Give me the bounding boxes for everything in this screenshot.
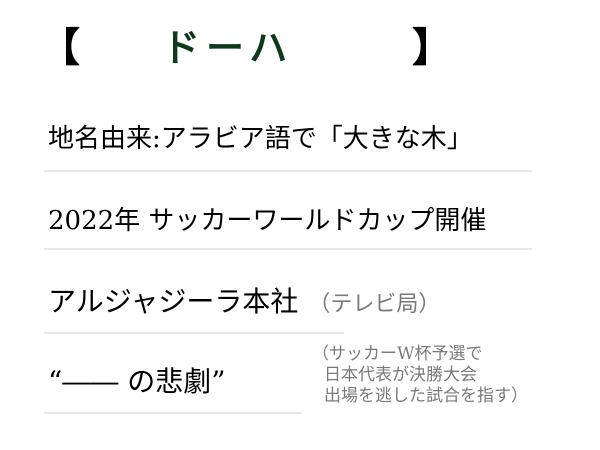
- side-note-line-3: 出場を逃した試合を指す）: [324, 386, 528, 406]
- right-bracket: 】: [412, 25, 452, 71]
- divider: [44, 170, 532, 172]
- world-cup-line: 2022年 サッカーワールドカップ開催: [48, 206, 487, 236]
- divider: [44, 412, 302, 414]
- al-jazeera-text: アルジャジーラ本社: [48, 285, 299, 318]
- divider: [44, 332, 344, 334]
- place-name-origin-line: 地名由来:アラビア語で「大きな木」: [48, 124, 473, 154]
- side-note-line-1: （サッカーW杯予選で: [312, 344, 483, 364]
- al-jazeera-line: アルジャジーラ本社 （テレビ局）: [48, 288, 440, 316]
- side-note: （サッカーW杯予選で 日本代表が決勝大会 出場を逃した試合を指す）: [312, 344, 528, 407]
- tragedy-line: “―― の悲劇”: [48, 365, 226, 398]
- page-title: ドーハ: [162, 26, 294, 70]
- divider: [44, 248, 532, 250]
- title-row: 【 ドーハ 】: [40, 18, 460, 78]
- tv-station-note: （テレビ局）: [308, 292, 441, 317]
- side-note-line-2: 日本代表が決勝大会: [324, 365, 477, 385]
- left-bracket: 【: [40, 25, 80, 71]
